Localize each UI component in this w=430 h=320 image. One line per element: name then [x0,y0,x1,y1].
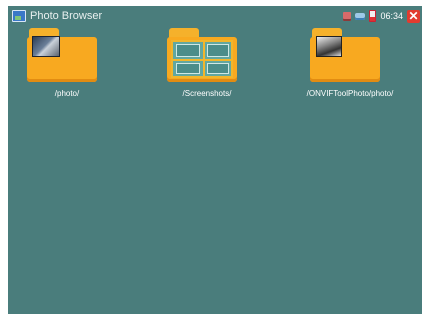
photo-browser-window: Photo Browser 06:34 ✕ /photo/ /Screensho… [8,6,422,314]
folder-icon [167,28,239,82]
folder-onvif-tool-photo[interactable]: /ONVIFToolPhoto/photo/ [285,28,415,108]
photo-browser-app-icon [12,10,26,22]
title-bar: Photo Browser 06:34 ✕ [8,6,422,26]
clock: 06:34 [380,11,403,21]
folder-screenshots[interactable]: /Screenshots/ [142,28,272,108]
folder-photo[interactable]: /photo/ [8,28,132,108]
folder-icon [310,28,382,82]
network-icon [355,12,366,20]
battery-icon [369,10,377,22]
onvif-photo-thumbnail [316,36,342,57]
folder-label: /ONVIFToolPhoto/photo/ [306,89,394,98]
status-area: 06:34 ✕ [343,8,420,24]
pc-connection-icon [343,11,352,21]
photo-thumbnail [32,36,60,57]
folder-label: /Screenshots/ [182,89,232,98]
folder-icon [27,28,99,82]
close-button[interactable]: ✕ [407,9,420,23]
folder-label: /photo/ [54,89,80,98]
app-title: Photo Browser [30,10,103,22]
screenshots-thumbnail [171,40,233,78]
